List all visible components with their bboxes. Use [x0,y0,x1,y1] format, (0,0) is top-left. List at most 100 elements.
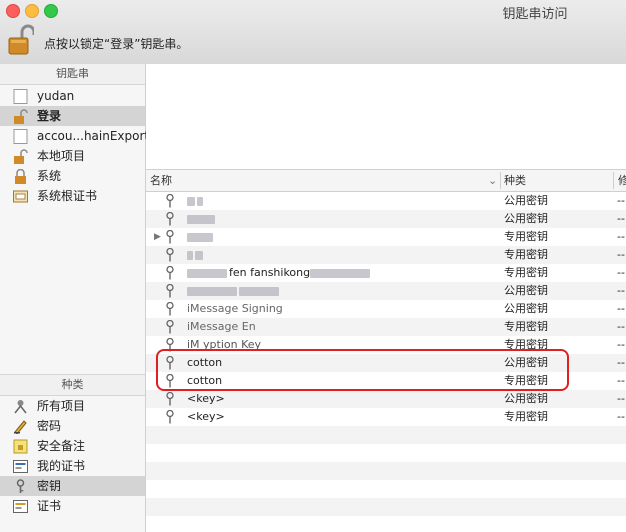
sidebar: 钥匙串 yudan 登录 accou...hainExport 本地项目 系统 … [0,64,149,532]
key-name-redacted [187,210,217,228]
key-desc: -- [617,284,625,297]
key-desc: -- [617,194,625,207]
keychains-header: 钥匙串 [0,64,145,85]
empty-row [146,444,626,462]
category-label: 我的证书 [37,459,86,473]
key-desc: -- [617,338,625,351]
key-name-redacted [187,246,205,264]
table-row[interactable]: fen fanshikong 专用密钥 -- [146,264,626,282]
key-desc: -- [617,356,625,369]
column-header-kind[interactable]: 种类 [504,170,612,191]
category-passwords[interactable]: 密码 [0,416,145,436]
category-label: 安全备注 [37,439,86,453]
sidebar-item-system-roots[interactable]: 系统根证书 [0,186,145,206]
key-icon [166,410,174,424]
empty-row [146,462,626,480]
sidebar-item-login[interactable]: 登录 [0,106,145,126]
category-my-certificates[interactable]: 我的证书 [0,456,145,476]
close-window-button[interactable] [6,4,20,18]
key-icon [166,212,174,226]
table-row[interactable]: 专用密钥 -- [146,246,626,264]
my-certificate-icon [13,460,28,473]
category-label: 密钥 [37,479,62,493]
category-label: 密码 [37,419,62,433]
red-highlight-box [156,349,569,391]
column-header-name[interactable]: 名称 ⌄ [150,170,500,191]
title-bar: 钥匙串访问 点按以锁定“登录”钥匙串。 [0,0,626,65]
key-name-text: fen fanshikong [229,266,311,279]
empty-row [146,480,626,498]
category-secure-notes[interactable]: 安全备注 [0,436,145,456]
table-header: 名称 ⌄ 种类 修 [146,170,626,192]
column-divider[interactable] [500,172,501,189]
sidebar-item-label: yudan [37,89,75,103]
table-row[interactable]: iMessage En 专用密钥 -- [146,318,626,336]
key-name: <key> [187,410,225,423]
sidebar-item-label: 系统根证书 [37,189,98,203]
keychain-file-icon [13,129,28,144]
open-padlock-icon [14,149,28,164]
key-desc: -- [617,230,625,243]
key-icon [166,248,174,262]
key-name: fen fanshikong [187,264,372,282]
table-row[interactable]: 公用密钥 -- [146,282,626,300]
secure-note-icon [13,439,28,454]
detail-panel [146,64,626,170]
sidebar-item-yudan[interactable]: yudan [0,86,145,106]
table-row[interactable]: <key> 专用密钥 -- [146,408,626,426]
table-row[interactable]: 公用密钥 -- [146,192,626,210]
all-items-icon [14,400,27,414]
key-icon [166,194,174,208]
table-row[interactable]: <key> 公用密钥 -- [146,390,626,408]
zoom-window-button[interactable] [44,4,58,18]
key-name: <key> [187,392,225,405]
certificate-cabinet-icon [13,190,28,203]
key-kind: 公用密钥 [504,212,548,225]
key-name: iMessage En [187,320,256,333]
key-desc: -- [617,410,625,423]
key-icon [166,284,174,298]
category-certificates[interactable]: 证书 [0,496,145,516]
sidebar-item-local-items[interactable]: 本地项目 [0,146,145,166]
category-all-items[interactable]: 所有项目 [0,396,145,416]
key-desc: -- [617,212,625,225]
empty-row [146,498,626,516]
key-kind: 专用密钥 [504,266,548,279]
table-row[interactable]: iMessage Signing 公用密钥 -- [146,300,626,318]
key-icon [166,230,174,244]
lock-hint: 点按以锁定“登录”钥匙串。 [44,37,189,51]
open-padlock-icon [14,109,28,124]
sidebar-item-account-export[interactable]: accou...hainExport [0,126,149,146]
key-desc: -- [617,374,625,387]
table-row[interactable]: ▶ 专用密钥 -- [146,228,626,246]
key-desc: -- [617,248,625,261]
sidebar-item-label: accou...hainExport [37,129,150,143]
key-kind: 公用密钥 [504,284,548,297]
key-name-redacted [187,228,215,246]
sidebar-item-system[interactable]: 系统 [0,166,145,186]
category-label: 证书 [37,499,62,513]
key-name-redacted [187,192,205,210]
certificate-icon [13,500,28,513]
sidebar-item-label: 登录 [37,109,62,123]
key-icon [16,479,25,493]
key-icon [166,392,174,406]
column-header-desc[interactable]: 修 [618,170,626,191]
open-padlock-icon[interactable] [8,24,34,56]
column-divider[interactable] [613,172,614,189]
minimize-window-button[interactable] [25,4,39,18]
disclosure-triangle-icon[interactable]: ▶ [154,228,161,246]
key-desc: -- [617,266,625,279]
table-row[interactable]: 公用密钥 -- [146,210,626,228]
category-keys[interactable]: 密钥 [0,476,145,496]
column-name-label: 名称 [150,174,172,187]
password-pen-icon [14,420,27,434]
key-desc: -- [617,392,625,405]
empty-row [146,426,626,444]
sidebar-item-label: 本地项目 [37,149,86,163]
keychain-file-icon [13,89,28,104]
category-label: 所有项目 [37,399,86,413]
key-icon [166,266,174,280]
key-kind: 专用密钥 [504,320,548,333]
key-name: iMessage Signing [187,302,283,315]
